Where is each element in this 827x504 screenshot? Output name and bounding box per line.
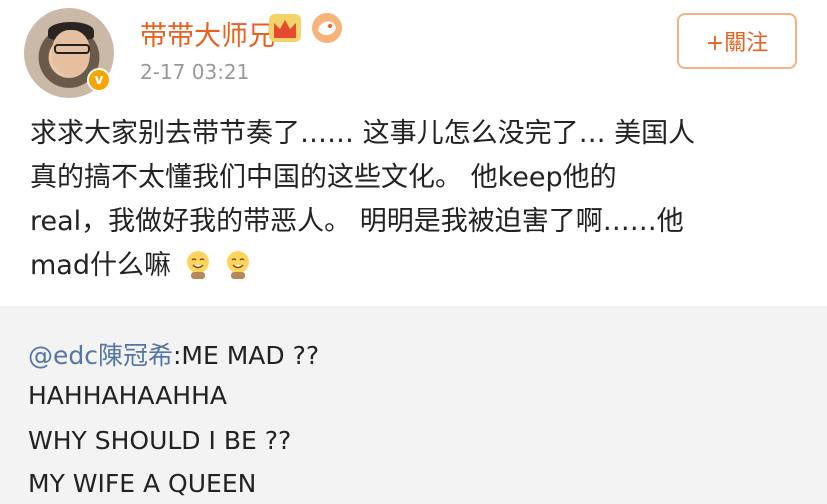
avatar-glasses — [54, 44, 90, 54]
repost-line: HAHHAHAAHHA — [28, 381, 227, 410]
follow-button[interactable]: +關注 — [677, 13, 797, 69]
repost-line: MY WIFE A QUEEN — [28, 469, 257, 498]
repost-line: @edc陳冠希:ME MAD ?? — [28, 336, 319, 372]
grin-emoji-icon — [227, 251, 250, 279]
post-line-text: mad什么嘛 — [30, 250, 171, 281]
weibo-post: v 带带大师兄 2-17 03:21 +關注 求求大家别去带节奏了…… 这事儿怎… — [0, 0, 827, 306]
post-line: real，我做好我的带恶人。 明明是我被迫害了啊……他 — [30, 206, 684, 237]
repost-text: :ME MAD ?? — [173, 341, 320, 370]
bird-icon — [312, 13, 342, 43]
post-body: 求求大家别去带节奏了…… 这事儿怎么没完了… 美国人 真的搞不太懂我们中国的这些… — [30, 112, 820, 288]
crown-icon — [269, 14, 301, 42]
username[interactable]: 带带大师兄 — [140, 14, 275, 53]
post-line: mad什么嘛 — [30, 244, 820, 288]
post-line: 求求大家别去带节奏了…… 这事儿怎么没完了… 美国人 — [30, 118, 696, 149]
repost-block[interactable]: @edc陳冠希:ME MAD ?? HAHHAHAAHHA WHY SHOULD… — [0, 306, 827, 504]
mention-link[interactable]: @edc陳冠希 — [28, 341, 173, 370]
post-line: 真的搞不太懂我们中国的这些文化。 他keep他的 — [30, 162, 617, 193]
post-timestamp: 2-17 03:21 — [140, 60, 250, 84]
grin-emoji-icon — [186, 251, 209, 279]
verified-badge-icon: v — [87, 68, 111, 92]
repost-line: WHY SHOULD I BE ?? — [28, 426, 292, 455]
